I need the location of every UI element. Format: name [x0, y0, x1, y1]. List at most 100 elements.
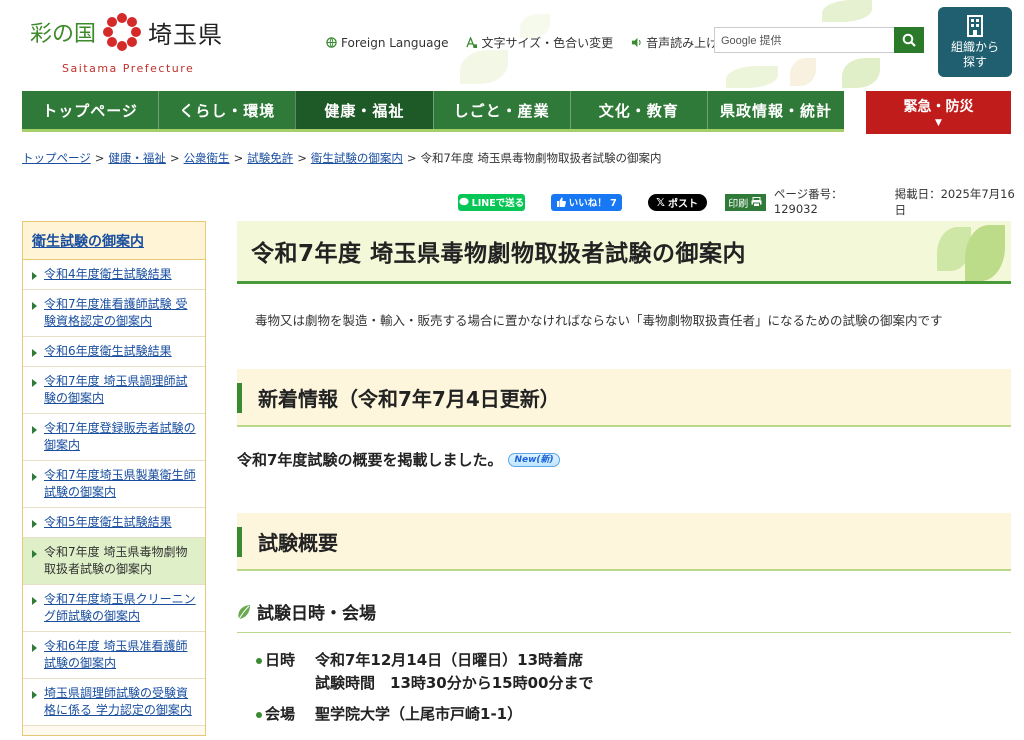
- x-post-label: ポスト: [668, 198, 699, 210]
- news-text: 令和7年度試験の概要を掲載しました。: [237, 451, 503, 469]
- foreign-language-label: Foreign Language: [341, 35, 449, 50]
- text-size-icon: [466, 37, 478, 48]
- nav-item-top[interactable]: トップページ: [22, 91, 158, 129]
- news-heading-box: 新着情報（令和7年7月4日更新）: [237, 369, 1011, 427]
- header-utility-links: Foreign Language 文字サイズ・色合い変更 音声読み上げ: [326, 34, 718, 51]
- line-share-button[interactable]: LINEで送る: [458, 193, 525, 211]
- search-input[interactable]: Google 提供: [714, 27, 894, 53]
- breadcrumb-link[interactable]: 公衆衛生: [184, 151, 230, 165]
- search-icon: [902, 33, 916, 47]
- site-logo[interactable]: 彩の国 埼玉県: [30, 12, 223, 52]
- global-nav: トップページ くらし・環境 健康・福祉 しごと・産業 文化・教育 県政情報・統計: [22, 91, 844, 132]
- decorative-leaf: [790, 58, 816, 86]
- sidebar-title[interactable]: 衛生試験の御案内: [23, 222, 205, 260]
- breadcrumb-link[interactable]: トップページ: [22, 151, 91, 165]
- main-content: 令和7年度 埼玉県毒物劇物取扱者試験の御案内 毒物又は劇物を製造・輸入・販売する…: [237, 221, 1011, 726]
- emergency-label: 緊急・防災: [903, 99, 974, 115]
- sidebar-item[interactable]: 令和7年度埼玉県クリーニング師試験の御案内: [23, 585, 205, 632]
- nav-item-government[interactable]: 県政情報・統計: [706, 91, 844, 129]
- text-size-color-label: 文字サイズ・色合い変更: [481, 36, 614, 50]
- nav-item-living[interactable]: くらし・環境: [158, 91, 295, 129]
- sidebar-item[interactable]: 令和7年度登録販売者試験の御案内: [23, 414, 205, 461]
- line-share-label: LINEで送る: [471, 198, 525, 209]
- sidebar-list: 令和4年度衛生試験結果 令和7年度准看護師試験 受験資格認定の御案内 令和6年度…: [23, 260, 205, 726]
- date-row: 日時 令和7年12月14日（日曜日）13時着席: [237, 649, 1011, 672]
- facebook-like-button[interactable]: いいね！ 7: [550, 193, 622, 211]
- breadcrumb-link[interactable]: 試験免許: [247, 151, 293, 165]
- breadcrumb-separator: >: [169, 151, 180, 165]
- lead-text: 毒物又は劇物を製造・輸入・販売する場合に置かなければならない「毒物劇物取扱責任者…: [255, 313, 943, 328]
- sidebar-item[interactable]: 埼玉県調理師試験の受験資格に係る 学力認定の御案内: [23, 679, 205, 726]
- sidebar-item[interactable]: 令和7年度埼玉県製菓衛生師試験の御案内: [23, 461, 205, 508]
- logo-subtitle: Saitama Prefecture: [62, 62, 195, 75]
- breadcrumb-separator: >: [94, 151, 105, 165]
- breadcrumb-separator: >: [406, 151, 417, 165]
- thumbs-up-icon: [556, 197, 566, 207]
- sidebar-item[interactable]: 令和4年度衛生試験結果: [23, 260, 205, 290]
- print-button[interactable]: 印刷: [724, 193, 766, 211]
- exam-details: 日時 令和7年12月14日（日曜日）13時着席 試験時間 13時30分から15時…: [237, 649, 1011, 726]
- time-row: 試験時間 13時30分から15時00分まで: [237, 672, 1011, 695]
- foreign-language-link[interactable]: Foreign Language: [326, 34, 448, 51]
- nav-item-health[interactable]: 健康・福祉: [295, 91, 433, 129]
- nav-item-culture[interactable]: 文化・教育: [569, 91, 707, 129]
- nav-item-work[interactable]: しごと・産業: [432, 91, 570, 129]
- page-title-box: 令和7年度 埼玉県毒物劇物取扱者試験の御案内: [237, 221, 1011, 284]
- news-item: 令和7年度試験の概要を掲載しました。 New(新): [237, 449, 1011, 470]
- org-search-label: 組織から 探す: [950, 40, 999, 69]
- search-button[interactable]: [894, 27, 924, 53]
- x-post-button[interactable]: 𝕏 ポスト: [647, 193, 707, 211]
- new-badge-icon: New(新): [508, 452, 560, 467]
- datetime-heading: 試験日時・会場: [257, 604, 376, 624]
- chevron-down-icon: ▼: [935, 118, 942, 128]
- site-header: 彩の国 埼玉県 Saitama Prefecture Foreign Langu…: [0, 0, 1024, 90]
- logo-kuni-text: 彩の国: [30, 22, 97, 47]
- sidebar-item[interactable]: 令和7年度准看護師試験 受験資格認定の御案内: [23, 290, 205, 337]
- sidebar-item[interactable]: 令和5年度衛生試験結果: [23, 508, 205, 538]
- speaker-icon: [632, 37, 641, 48]
- breadcrumb-current: 令和7年度 埼玉県毒物劇物取扱者試験の御案内: [420, 151, 662, 165]
- datetime-heading-box: 試験日時・会場: [237, 591, 1011, 633]
- page-title: 令和7年度 埼玉県毒物劇物取扱者試験の御案内: [251, 241, 747, 267]
- org-search-button[interactable]: 組織から 探す: [938, 7, 1012, 77]
- breadcrumb: トップページ > 健康・福祉 > 公衆衛生 > 試験免許 > 衛生試験の御案内 > 令和7年度 埼玉…: [22, 150, 661, 166]
- overview-heading: 試験概要: [258, 530, 338, 555]
- overview-heading-box: 試験概要: [237, 513, 1011, 571]
- read-aloud-label: 音声読み上げ: [646, 36, 719, 50]
- page-number: ページ番号：129032: [773, 187, 843, 216]
- breadcrumb-separator: >: [233, 151, 244, 165]
- sidebar: 衛生試験の御案内 令和4年度衛生試験結果 令和7年度准看護師試験 受験資格認定の…: [22, 221, 206, 736]
- venue-row: 会場 聖学院大学（上尾市戸崎1-1）: [237, 703, 1011, 726]
- logo-prefecture-name: 埼玉県: [148, 20, 224, 49]
- breadcrumb-separator: >: [297, 151, 307, 165]
- breadcrumb-link[interactable]: 衛生試験の御案内: [311, 151, 403, 165]
- page-meta: ページ番号：129032 掲載日：2025年7月16日: [774, 186, 1024, 218]
- leaf-icon: [238, 604, 250, 619]
- news-heading: 新着情報（令和7年7月4日更新）: [258, 386, 560, 411]
- site-search: Google 提供: [714, 27, 924, 53]
- sidebar-item-current: 令和7年度 埼玉県毒物劇物取扱者試験の御案内: [23, 538, 205, 585]
- breadcrumb-link[interactable]: 健康・福祉: [108, 151, 166, 165]
- time-spacer: [265, 672, 315, 695]
- text-size-color-link[interactable]: 文字サイズ・色合い変更: [466, 34, 613, 51]
- date-label: 日時: [265, 651, 296, 669]
- venue-label: 会場: [265, 705, 296, 723]
- decorative-leaf: [842, 58, 880, 88]
- decorative-leaf: [726, 66, 778, 88]
- sidebar-item[interactable]: 令和6年度衛生試験結果: [23, 337, 205, 367]
- emergency-button[interactable]: 緊急・防災 ▼: [866, 91, 1011, 134]
- line-icon: [459, 197, 469, 206]
- building-icon: [967, 15, 983, 37]
- posted-date: 掲載日：2025年7月16日: [894, 187, 1015, 217]
- globe-icon: [326, 37, 337, 48]
- read-aloud-link[interactable]: 音声読み上げ: [631, 34, 718, 51]
- date-value: 令和7年12月14日（日曜日）13時着席: [315, 651, 584, 669]
- facebook-like-label: いいね！ 7: [568, 198, 617, 209]
- prefecture-emblem-icon: [102, 12, 142, 52]
- decorative-leaf: [460, 50, 508, 84]
- decorative-leaf: [965, 225, 1005, 281]
- decorative-leaf: [822, 0, 872, 22]
- sidebar-item[interactable]: 令和6年度 埼玉県准看護師試験の御案内: [23, 632, 205, 679]
- sidebar-item[interactable]: 令和7年度 埼玉県調理師試験の御案内: [23, 367, 205, 414]
- share-toolbar: LINEで送る いいね！ 7 𝕏 ポスト 印刷 ページ番号：129032 掲載日…: [458, 186, 1024, 218]
